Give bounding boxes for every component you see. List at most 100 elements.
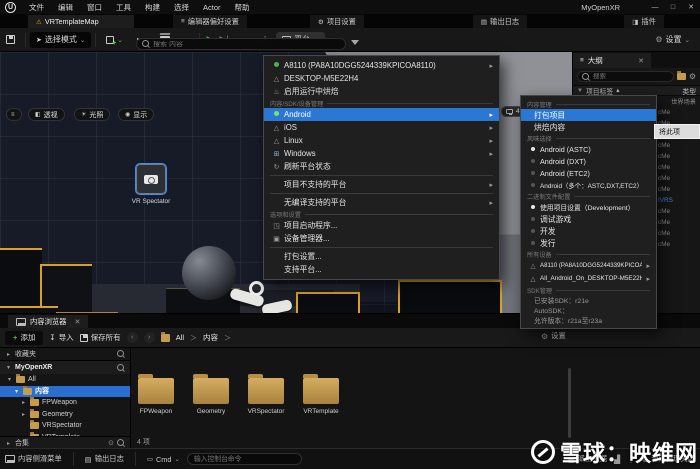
tree-item-all[interactable]: ▾ All [0,374,130,386]
breadcrumb-root[interactable]: All [176,333,184,342]
save-button[interactable] [0,32,21,48]
menu-item-use-project-setting[interactable]: 使用项目设置（Development） [521,201,656,213]
tab-level[interactable]: ⚠ VRTemplateMap [28,15,134,28]
cmd-dropdown[interactable]: ▭ Cmd ⌄ [147,455,180,464]
tree-item-geometry[interactable]: ▸ Geometry [0,408,130,421]
menu-item-refresh-platforms[interactable]: ↻ 刷新平台状态 [264,160,499,173]
forward-button[interactable]: › [143,332,155,343]
minimize-button[interactable]: — [646,0,664,14]
project-row[interactable]: ▾ MyOpenXR [0,361,130,374]
menu-tools[interactable]: 工具 [109,0,138,14]
select-mode-dropdown[interactable]: ➤ 选择模式 ⌄ [30,31,92,48]
favorites-row[interactable]: ▸ 收藏夹 [0,348,130,361]
menu-help[interactable]: 帮助 [228,0,257,14]
menu-item-development[interactable]: 开发 [521,225,656,237]
menu-item-flavor-multi[interactable]: Android（多个：ASTC,DXT,ETC2） [521,179,656,191]
folder-item-vrspectator[interactable]: VRSpectator [243,374,289,415]
outliner-settings-icon[interactable]: ⚙ [689,72,696,81]
tree-item-vrspectator[interactable]: VRSpectator [0,420,130,432]
tab-output-log[interactable]: ▤ 输出日志 [472,15,528,28]
menu-select[interactable]: 选择 [167,0,196,14]
scene-cube[interactable] [296,292,360,313]
close-icon[interactable]: ✕ [638,57,644,65]
menu-item-ios[interactable]: △ iOS ▸ [264,121,499,134]
show-dropdown[interactable]: ◉ 显示 [118,108,155,121]
scene-cube[interactable] [0,306,58,313]
menu-item-cook-on-the-fly[interactable]: ♨ 启用运行中烘焙 [264,85,499,98]
outliner-search-input[interactable] [593,73,669,80]
close-icon[interactable]: ✕ [74,318,80,326]
tab-plugins[interactable]: ◨ 插件 [624,15,664,28]
content-drawer-button[interactable]: 内容侧滑菜单 [5,454,62,464]
tab-content-browser[interactable]: 内容浏览器 ✕ [8,315,89,328]
menu-item-desktop[interactable]: △ DESKTOP-M5E22H4 [264,72,499,85]
content-search-input[interactable] [153,40,340,48]
menu-item-project-launcher[interactable]: ◳ 项目启动程序... [264,219,499,232]
menu-item-device-a8110[interactable]: △ A8110 (PA8A10DGG5244339KPICOA8110)▸ [521,259,656,272]
search-icon[interactable] [117,350,125,358]
menu-item-device-a8110[interactable]: A8110 (PA8A10DGG5244339KPICOA8110) ▸ [264,59,499,72]
breadcrumb-content[interactable]: 内容 [203,332,218,343]
menu-actor[interactable]: Actor [196,0,228,14]
add-button[interactable]: + 添加 [5,330,44,345]
menu-item-android[interactable]: Android ▸ [264,108,499,121]
close-button[interactable]: ✕ [682,0,700,14]
menu-item-flavor-dxt[interactable]: Android (DXT) [521,155,656,167]
folder-item-geometry[interactable]: Geometry [188,374,234,415]
search-icon[interactable] [117,439,125,447]
vr-spectator-sprite[interactable] [135,163,167,195]
maximize-button[interactable]: □ [664,0,682,14]
scene-cube[interactable] [0,248,42,308]
target-icon[interactable]: ⊙ [108,439,114,447]
menu-file[interactable]: 文件 [22,0,51,14]
content-browser-settings[interactable]: ⚙ 设置 [541,331,566,341]
menu-item-flavor-etc2[interactable]: Android (ETC2) [521,167,656,179]
console-command-input[interactable] [186,453,302,465]
folder-item-vrtemplate[interactable]: VRTemplate [298,374,344,415]
scrollbar[interactable] [568,368,571,438]
scene-sphere[interactable] [182,246,236,300]
menu-edit[interactable]: 编辑 [51,0,80,14]
scene-cube[interactable] [398,280,502,313]
tab-project-settings[interactable]: ⚙ 项目设置 [309,15,364,28]
settings-dropdown[interactable]: ⚙ 设置 ⌄ [649,32,696,48]
search-icon[interactable] [117,363,125,372]
unreal-editor-window: U 文件 编辑 窗口 工具 构建 选择 Actor 帮助 MyOpenXR — … [0,0,700,469]
menu-item-debug-game[interactable]: 调试游戏 [521,213,656,225]
filter-icon[interactable]: ▼ [577,88,583,94]
content-search[interactable] [136,38,346,50]
menu-item-unsupported-platforms[interactable]: 项目不支持的平台 ▸ [264,178,499,191]
folder-item-fpweapon[interactable]: FPWeapon [133,374,179,415]
outliner-search[interactable] [577,71,674,82]
filter-icon[interactable] [351,40,359,45]
folder-plus-icon[interactable] [676,71,686,80]
plug-icon: ◨ [632,18,639,26]
viewport-menu-button[interactable]: ≡ [6,108,22,121]
menu-window[interactable]: 窗口 [80,0,109,14]
back-button[interactable]: ‹ [126,332,138,343]
output-log-button[interactable]: ▤ 输出日志 [85,454,124,464]
menu-item-shipping[interactable]: 发行 [521,237,656,249]
menu-item-windows[interactable]: ⊞ Windows ▸ [264,147,499,160]
save-all-button[interactable]: 保存所有 [79,332,121,343]
menu-item-flavor-astc[interactable]: Android (ASTC) [521,143,656,155]
menu-item-device-all-android[interactable]: △ All_Android_On_DESKTOP-M5E22H4 ▸ [521,272,656,285]
menu-item-no-compiler-platforms[interactable]: 无编译支持的平台 ▸ [264,196,499,209]
menu-item-supported-platforms[interactable]: 支持平台... [264,263,499,276]
tree-item-fpweapon[interactable]: ▸ FPWeapon [0,397,130,409]
menu-item-package-project[interactable]: 打包项目 [521,109,656,121]
perspective-dropdown[interactable]: ◧ 透视 [28,108,65,121]
tree-item-content[interactable]: ▾ 内容 [0,385,130,397]
menu-build[interactable]: 构建 [138,0,167,14]
import-button[interactable]: ↧ 导入 [49,332,73,343]
menu-item-packaging-settings[interactable]: 打包设置... [264,250,499,263]
tab-outliner[interactable]: ≡ 大纲 ✕ [573,53,651,68]
menu-item-cook-content[interactable]: 烘焙内容 [521,121,656,133]
menu-item-linux[interactable]: △ Linux ▸ [264,134,499,147]
tab-plugins-label: 插件 [641,16,656,26]
sdk-auto-line: AutoSDK： [534,308,569,315]
add-actor-button[interactable]: ⌄ [100,32,128,48]
tab-editor-preferences[interactable]: ≡ 编辑器偏好设置 [173,15,247,28]
lit-mode-dropdown[interactable]: ☀ 光照 [74,108,111,121]
menu-item-device-manager[interactable]: ▣ 设备管理器... [264,232,499,245]
